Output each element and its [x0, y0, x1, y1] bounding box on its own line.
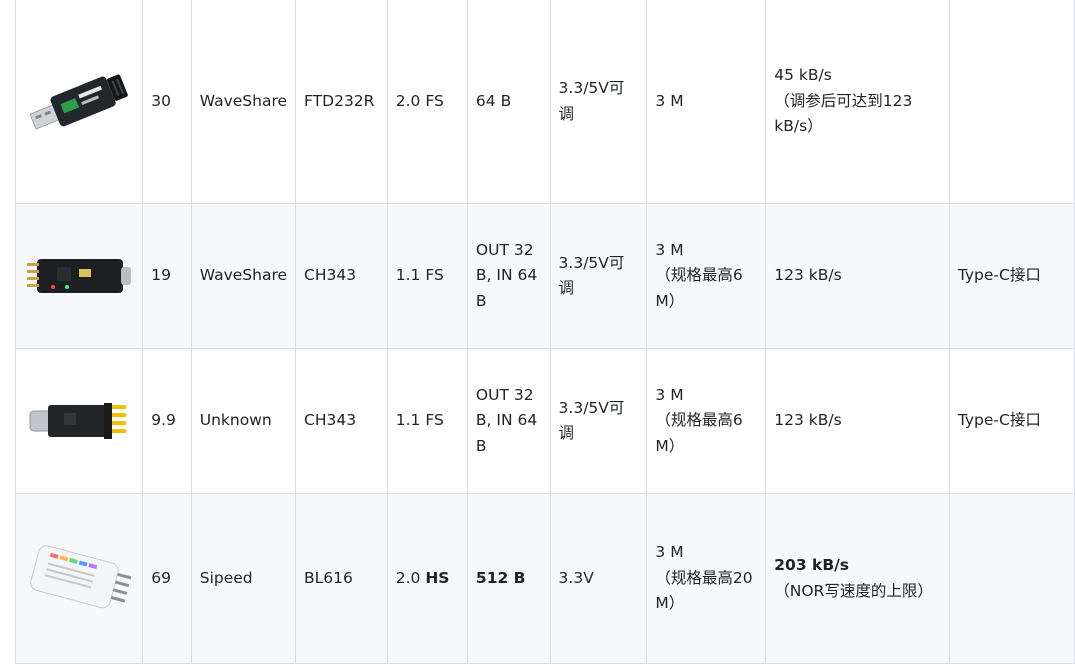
baud-line: M）: [655, 594, 685, 613]
usb-ttl-adapter-ch343-unknown-icon: [29, 403, 127, 439]
baud-line: （规格最高20: [655, 568, 753, 587]
brand-cell: WaveShare: [190, 203, 297, 349]
throughput-cell: 123 kB/s: [765, 203, 950, 349]
product-image-cell: [14, 0, 144, 204]
table-row: 30 WaveShare FTD232R 2.0 FS 64 B 3.3/5V可…: [14, 0, 1075, 204]
usb-version: 1.1: [395, 411, 421, 430]
usb-ttl-adapter-ftdi-black-icon: [29, 73, 128, 129]
baud-line: M）: [655, 436, 685, 455]
baud-line: M）: [655, 291, 685, 310]
brand-cell: Unknown: [190, 348, 297, 494]
usb-speed: FS: [425, 91, 444, 110]
usb-version: 2.0: [395, 568, 421, 587]
note-cell: [948, 0, 1075, 204]
voltage-cell: 3.3/5V可调: [549, 203, 648, 349]
baud-line: 3 M: [655, 385, 684, 404]
throughput-cell: 123 kB/s: [765, 348, 950, 494]
buffer-line: B: [475, 291, 487, 310]
baud-cell: 3 M （规格最高6 M）: [646, 348, 767, 494]
voltage-cell: 3.3V: [549, 493, 648, 664]
voltage-cell: 3.3/5V可调: [549, 348, 648, 494]
usb-ttl-adapter-ch343-typec-icon: [27, 259, 132, 293]
throughput-line: 45 kB/s: [774, 66, 832, 85]
note-cell: Type-C接口: [948, 203, 1075, 349]
product-image-cell: [14, 348, 144, 494]
product-image-cell: [14, 203, 144, 349]
usb-version-cell: 1.1 FS: [386, 348, 468, 494]
price-cell: 9.9: [142, 348, 192, 494]
chip-cell: FTD232R: [295, 0, 388, 204]
buffer-cell: OUT 32 B, IN 64 B: [466, 348, 551, 494]
buffer-line: OUT 32: [475, 385, 534, 404]
table-row: 69 Sipeed BL616 2.0 HS 512 B 3.3V 3 M （规…: [14, 493, 1075, 664]
buffer-line: 64 B: [475, 91, 512, 110]
usb-version-cell: 2.0 FS: [386, 0, 468, 204]
baud-cell: 3 M （规格最高20 M）: [646, 493, 767, 664]
usb-serial-comparison-table: 30 WaveShare FTD232R 2.0 FS 64 B 3.3/5V可…: [14, 0, 1075, 664]
throughput-line: 123 kB/s: [774, 266, 842, 285]
throughput-line: 203 kB/s: [774, 556, 850, 574]
buffer-cell: OUT 32 B, IN 64 B: [466, 203, 551, 349]
usb-version: 1.1: [395, 266, 421, 285]
baud-line: 3 M: [655, 91, 684, 110]
note-cell: [948, 493, 1075, 664]
usb-speed: FS: [425, 266, 444, 285]
usb-debugger-sipeed-white-icon: [30, 544, 132, 608]
brand-cell: WaveShare: [190, 0, 297, 204]
baud-cell: 3 M: [646, 0, 767, 204]
price-cell: 69: [142, 493, 192, 664]
table-row: 19 WaveShare CH343 1.1 FS OUT 32 B, IN 6…: [14, 203, 1075, 349]
buffer-cell: 512 B: [466, 493, 551, 664]
throughput-line: 123 kB/s: [774, 411, 842, 430]
baud-line: 3 M: [655, 543, 684, 562]
throughput-line: （调参后可达到123: [774, 91, 913, 110]
product-image-cell: [14, 493, 144, 664]
chip-cell: CH343: [295, 203, 388, 349]
buffer-line: B, IN 64: [475, 411, 538, 430]
table-row: 9.9 Unknown CH343 1.1 FS OUT 32 B, IN 64…: [14, 348, 1075, 494]
buffer-cell: 64 B: [466, 0, 551, 204]
buffer-line: B, IN 64: [475, 266, 538, 285]
throughput-line: （NOR写速度的上限）: [774, 581, 933, 600]
usb-version: 2.0: [395, 91, 421, 110]
voltage-cell: 3.3/5V可调: [549, 0, 648, 204]
usb-version-cell: 2.0 HS: [386, 493, 468, 664]
baud-cell: 3 M （规格最高6 M）: [646, 203, 767, 349]
throughput-line: kB/s）: [774, 117, 823, 136]
buffer-line: 512 B: [475, 568, 526, 587]
price-cell: 19: [142, 203, 192, 349]
chip-cell: CH343: [295, 348, 388, 494]
throughput-cell: 203 kB/s （NOR写速度的上限）: [765, 493, 950, 664]
usb-speed: FS: [425, 411, 444, 430]
throughput-cell: 45 kB/s （调参后可达到123 kB/s）: [765, 0, 950, 204]
baud-line: （规格最高6: [655, 411, 743, 430]
buffer-line: B: [475, 436, 487, 455]
baud-line: （规格最高6: [655, 266, 743, 285]
buffer-line: OUT 32: [475, 240, 534, 259]
usb-version-cell: 1.1 FS: [386, 203, 468, 349]
usb-speed: HS: [425, 568, 450, 587]
brand-cell: Sipeed: [190, 493, 297, 664]
chip-cell: BL616: [295, 493, 388, 664]
note-cell: Type-C接口: [948, 348, 1075, 494]
baud-line: 3 M: [655, 240, 684, 259]
price-cell: 30: [142, 0, 192, 204]
